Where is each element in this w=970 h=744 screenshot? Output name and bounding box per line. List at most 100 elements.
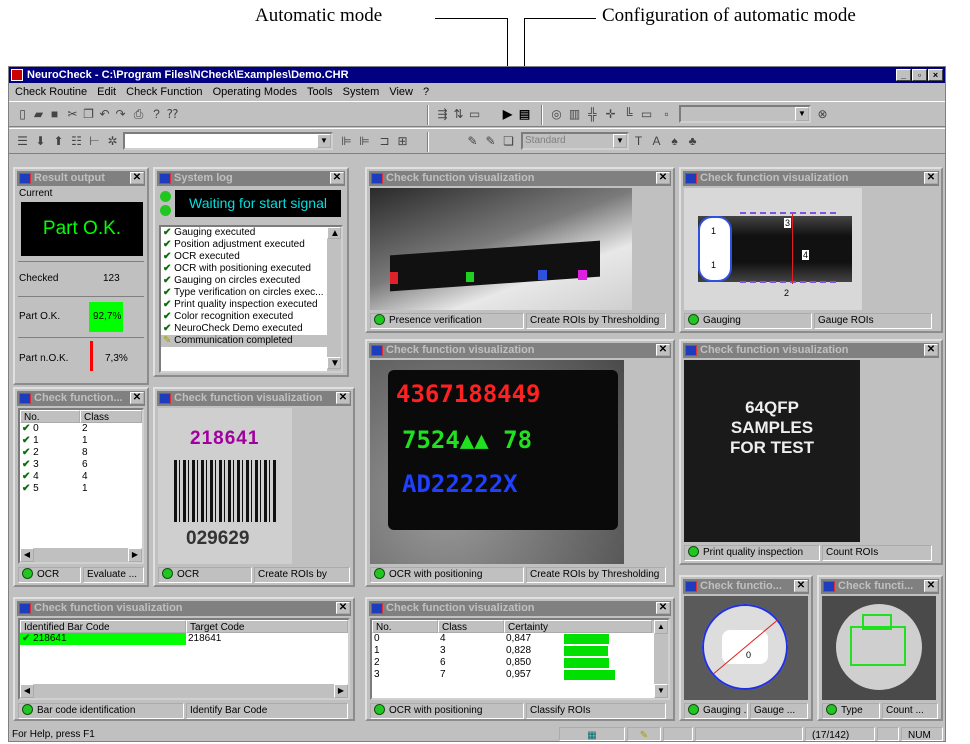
barcode-top-text: 218641 [190,428,260,449]
close-window-button[interactable]: ✕ [794,580,808,592]
cross-icon[interactable]: ╬ [585,107,600,122]
monitor-icon[interactable]: ▭ [467,107,482,122]
pen2-icon[interactable]: ✎ [483,134,498,149]
split-icon[interactable]: ⊞ [395,134,410,149]
automatic-mode-icon[interactable]: ▶ [500,107,515,122]
close-window-button[interactable]: ✕ [656,602,670,614]
print-icon[interactable]: ⎙ [131,107,146,122]
close-window-button[interactable]: ✕ [130,172,144,184]
menu-view[interactable]: View [389,84,413,100]
open-icon[interactable]: ▰ [31,107,46,122]
menu-operating-modes[interactable]: Operating Modes [213,84,297,100]
minimize-button[interactable]: _ [896,69,911,81]
close-window-button[interactable]: ✕ [130,392,144,404]
close-window-button[interactable]: ✕ [330,172,344,184]
nok-bar [90,341,93,371]
close-window-button[interactable]: ✕ [656,344,670,356]
function-action: Classify ROIs [526,703,666,719]
camera-combo[interactable]: ▼ [679,105,811,123]
align-left-icon[interactable]: ⊫ [339,134,354,149]
pen-icon[interactable]: ✎ [465,134,480,149]
font-icon[interactable]: A [649,134,664,149]
list-edit-icon[interactable]: ☷ [69,134,84,149]
copy-icon[interactable]: ❐ [81,107,96,122]
menu-check-routine[interactable]: Check Routine [15,84,87,100]
horizontal-scrollbar[interactable]: ◀ ▶ [20,548,142,562]
close-window-button[interactable]: ✕ [924,172,938,184]
system-log-list[interactable]: ✔ Gauging executed ✔ Position adjustment… [159,225,343,373]
menu-tools[interactable]: Tools [307,84,333,100]
step-icon[interactable]: ⇅ [451,107,466,122]
vertical-scrollbar[interactable]: ▲ ▼ [654,620,668,698]
window-icon [685,345,697,356]
list-icon[interactable]: ☰ [15,134,30,149]
system-log-window: System log ✕ Waiting for start signal ✔ G… [153,167,349,377]
configure-automatic-icon[interactable]: ▤ [517,107,532,122]
save-icon[interactable]: ■ [47,107,62,122]
camera-icon[interactable]: ◎ [549,107,564,122]
lock-icon[interactable]: ⊗ [815,107,830,122]
col-identified[interactable]: Identified Bar Code [20,620,186,633]
gauge-label-1: 1 [710,226,718,236]
bracket-icon[interactable]: ⊐ [377,134,392,149]
corner-icon[interactable]: ╚ [621,107,636,122]
help-icon[interactable]: ? [149,107,164,122]
close-window-button[interactable]: ✕ [924,580,938,592]
menu-system[interactable]: System [343,84,380,100]
tree-icon[interactable]: ⊢ [87,134,102,149]
standard-combo[interactable]: Standard ▼ [521,132,629,150]
layers-icon[interactable]: ❏ [501,134,516,149]
window-title: Check function... [34,392,123,404]
certainty-window: Check function visualization ✕ No. Class Ce… [365,597,675,721]
barcode-table[interactable]: Identified Bar Code Target Code ✔ 218641 2… [18,618,350,700]
display-icon[interactable]: ▭ [639,107,654,122]
small-type-window: Check functi... ✕ Type Count ... [817,575,943,721]
print-line-2: SAMPLES [730,418,814,437]
plus-icon[interactable]: ✛ [603,107,618,122]
text-icon[interactable]: T [631,134,646,149]
certainty-table[interactable]: No. Class Certainty 0 4 0,847 1 3 0,828 2 6 0,85… [370,618,670,700]
redo-icon[interactable]: ↷ [113,107,128,122]
up-icon[interactable]: ⬆ [51,134,66,149]
close-window-button[interactable]: ✕ [336,602,350,614]
erase-icon[interactable]: ♣ [685,134,700,149]
context-help-icon[interactable]: ⁇ [165,107,180,122]
col-no[interactable]: No. [20,410,80,423]
small-window-icon[interactable]: ▫ [659,107,674,122]
down-icon[interactable]: ⬇ [33,134,48,149]
grid-icon[interactable]: ▥ [567,107,582,122]
col-certainty[interactable]: Certainty [504,620,652,633]
col-class[interactable]: Class [438,620,504,633]
table-row: ✔ 44 [22,471,88,482]
undo-icon[interactable]: ↶ [97,107,112,122]
wizard-icon[interactable]: ✲ [105,134,120,149]
col-target[interactable]: Target Code [186,620,348,633]
align-right-icon[interactable]: ⊫ [357,134,372,149]
check-function-combo[interactable]: ▼ [123,132,333,150]
close-window-button[interactable]: ✕ [656,172,670,184]
barcode-bottom-text: 029629 [186,528,250,549]
window-title: Check function visualization [700,344,849,356]
table-row: ✔ 28 [22,447,88,458]
window-title: Check function visualization [700,172,849,184]
col-no[interactable]: No. [372,620,438,633]
paint-icon[interactable]: ♠ [667,134,682,149]
class-table[interactable]: No. Class ✔ 02 ✔ 11 ✔ 28 ✔ 36 ✔ 44 ✔ 51 ◀… [18,408,144,564]
current-label: Current [19,188,53,199]
current-result-display: Part O.K. [21,202,143,256]
function-name: Gauging [703,315,741,326]
horizontal-scrollbar[interactable]: ◀ ▶ [20,684,348,698]
maximize-button[interactable]: ▫ [912,69,927,81]
close-button[interactable]: × [928,69,943,81]
close-window-button[interactable]: ✕ [336,392,350,404]
menu-edit[interactable]: Edit [97,84,116,100]
close-window-button[interactable]: ✕ [924,344,938,356]
col-class[interactable]: Class [80,410,142,423]
menu-check-function[interactable]: Check Function [126,84,202,100]
menu-help[interactable]: ? [423,84,429,100]
manual-mode-icon[interactable]: ⇶ [435,107,450,122]
new-icon[interactable]: ▯ [15,107,30,122]
cut-icon[interactable]: ✂ [65,107,80,122]
configuration-annotation: Configuration of automatic mode [602,5,856,26]
function-action: Gauge ... [750,703,808,719]
